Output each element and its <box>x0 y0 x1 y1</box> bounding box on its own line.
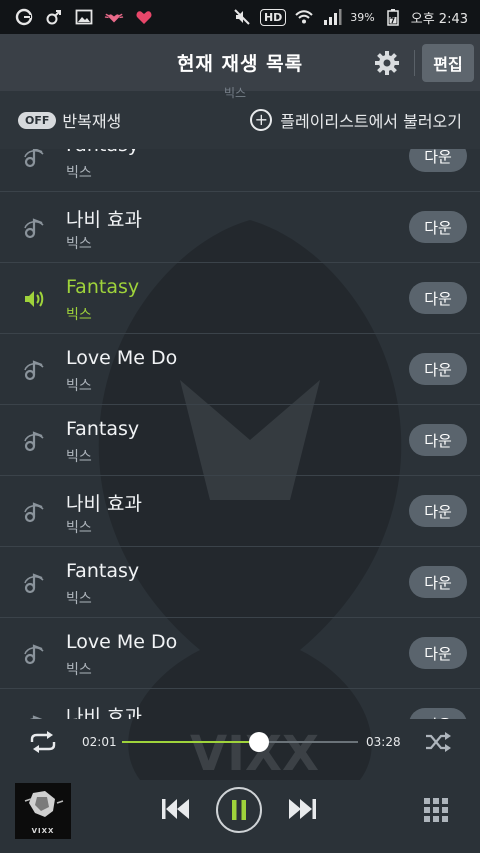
seek-bar-fill <box>122 741 259 743</box>
total-time: 03:28 <box>366 735 401 749</box>
download-button[interactable]: 다운 <box>409 637 467 669</box>
gear-icon[interactable] <box>374 50 400 76</box>
song-title: Fantasy <box>66 418 140 440</box>
image-icon <box>74 7 94 27</box>
download-button[interactable]: 다운 <box>409 495 467 527</box>
grid-menu-icon[interactable] <box>424 798 448 822</box>
load-playlist-button[interactable]: + 플레이리스트에서 불러오기 <box>250 108 462 132</box>
clock: 오후 2:43 <box>410 11 468 27</box>
load-playlist-label: 플레이리스트에서 불러오기 <box>280 112 462 131</box>
shuffle-icon[interactable] <box>424 731 452 753</box>
wifi-icon <box>294 7 314 27</box>
song-title: Love Me Do <box>66 631 178 653</box>
song-row[interactable]: 나비 효과빅스 다운 <box>0 476 480 547</box>
battery-percent: 39% <box>350 10 375 24</box>
song-row[interactable]: Fantasy 빅스 다운 <box>0 405 480 476</box>
repeat-icon[interactable] <box>28 731 58 753</box>
hd-icon: HD <box>259 8 287 26</box>
download-button[interactable]: 다운 <box>409 211 467 243</box>
song-row[interactable]: Love Me Do 빅스 다운 <box>0 618 480 689</box>
song-title: 나비 효과 <box>66 493 142 515</box>
download-button[interactable]: 다운 <box>409 149 467 172</box>
seek-bar-knob[interactable] <box>248 732 269 752</box>
song-row[interactable]: Fantasy 빅스 다운 <box>0 149 480 192</box>
repeat-toggle[interactable]: OFF <box>18 111 57 129</box>
page-title: 현재 재생 목록 <box>176 53 304 75</box>
song-list[interactable]: Fantasy빅스다운나비 효과빅스다운Fantasy빅스다운Love Me D… <box>0 149 480 719</box>
repeat-label[interactable]: 반복재생 <box>62 108 121 132</box>
song-title: Fantasy <box>66 560 140 582</box>
song-title: Fantasy <box>66 149 139 156</box>
song-title: Love Me Do <box>66 347 178 369</box>
previous-button[interactable] <box>161 798 191 820</box>
song-artist: 빅스 <box>66 236 92 252</box>
song-row[interactable]: 나비 효과빅스 다운 <box>0 192 480 263</box>
player-controls: VIXX <box>0 765 480 853</box>
status-bar: HD 39% 오후 2:43 <box>0 0 480 34</box>
song-row[interactable]: Love Me Do 빅스 다운 <box>0 334 480 405</box>
download-button[interactable]: 다운 <box>409 424 467 456</box>
next-button[interactable] <box>287 798 317 820</box>
winged-heart-icon <box>104 7 124 27</box>
seek-bar[interactable] <box>122 732 358 752</box>
album-art-label: VIXX <box>31 827 55 835</box>
album-art[interactable]: VIXX <box>15 783 71 839</box>
battery-icon <box>383 7 403 27</box>
song-artist: 빅스 <box>66 520 92 536</box>
song-title: 나비 효과 <box>66 209 142 231</box>
header-divider <box>414 50 415 76</box>
elapsed-time: 02:01 <box>82 735 117 749</box>
song-artist: 빅스 <box>66 378 92 394</box>
song-artist: 빅스 <box>66 307 92 323</box>
song-title: Fantasy <box>66 276 140 298</box>
song-artist: 빅스 <box>66 591 92 607</box>
scrolled-artist-text: 빅스 <box>224 86 247 100</box>
signal-icon <box>322 7 342 27</box>
song-artist: 빅스 <box>66 662 92 678</box>
pause-icon <box>232 800 246 820</box>
male-symbol-icon <box>44 7 64 27</box>
download-button[interactable]: 다운 <box>409 708 467 719</box>
download-button[interactable]: 다운 <box>409 353 467 385</box>
song-artist: 빅스 <box>66 449 92 465</box>
app-g-icon <box>14 7 34 27</box>
mute-icon <box>232 7 252 27</box>
song-artist: 빅스 <box>66 165 92 181</box>
edit-button[interactable]: 편집 <box>422 44 474 82</box>
plus-circle-icon: + <box>250 109 273 131</box>
download-button[interactable]: 다운 <box>409 282 467 314</box>
pause-button[interactable] <box>216 787 262 833</box>
heart-icon <box>134 7 154 27</box>
song-row[interactable]: 나비 효과빅스다운 <box>0 689 480 719</box>
song-row[interactable]: Fantasy 빅스 다운 <box>0 263 480 334</box>
download-button[interactable]: 다운 <box>409 566 467 598</box>
title-bar: 현재 재생 목록 편집 <box>0 34 480 91</box>
progress-area: 02:01 03:28 <box>0 719 480 765</box>
song-row[interactable]: Fantasy 빅스 다운 <box>0 547 480 618</box>
song-title: 나비 효과 <box>66 706 142 719</box>
